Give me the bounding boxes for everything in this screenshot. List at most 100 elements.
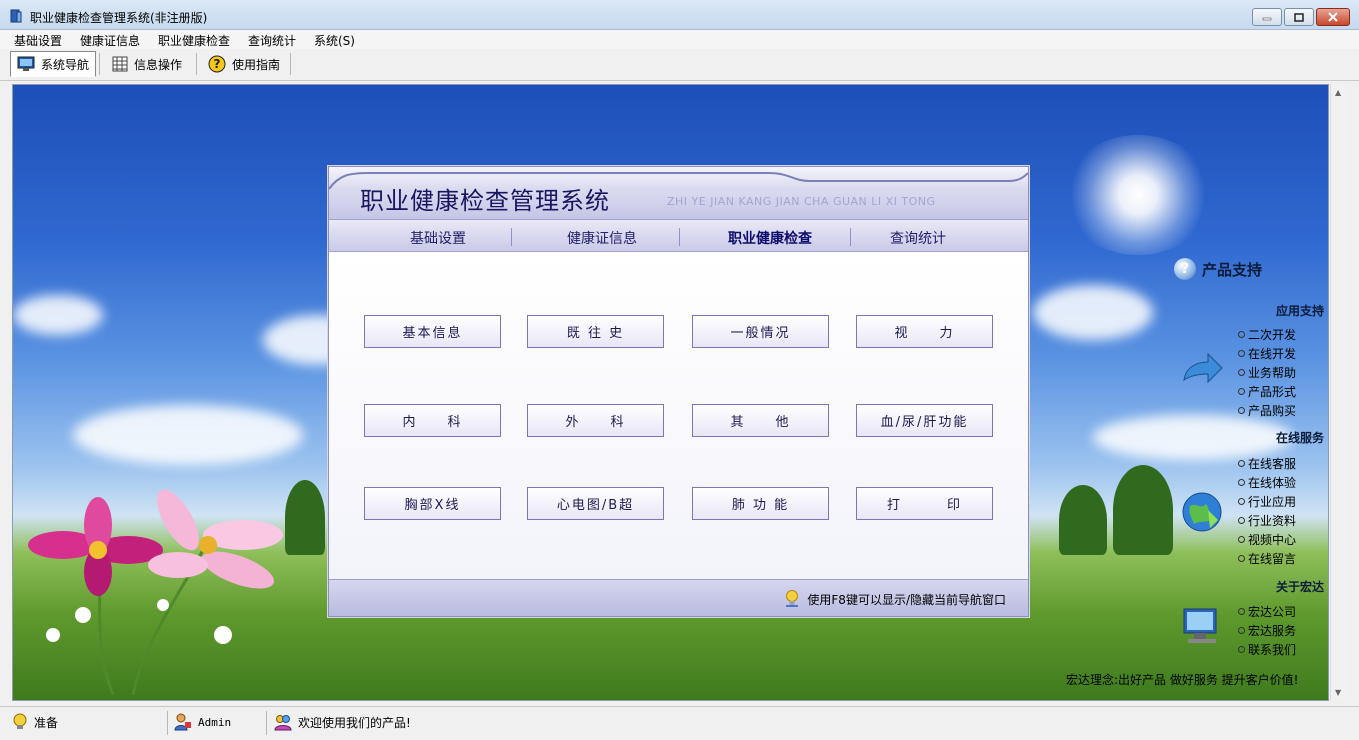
window-title: 职业健康检查管理系统(非注册版)	[30, 11, 208, 25]
cloud-decoration	[1033, 285, 1153, 340]
question-icon: ?	[1174, 258, 1196, 280]
dialog-pinyin: ZHI YE JIAN KANG JIAN CHA GUAN LI XI TON…	[667, 195, 936, 208]
ecg-ultrasound-button[interactable]: 心电图/B超	[527, 487, 664, 520]
toolbar-separator	[196, 53, 197, 75]
cloud-decoration	[13, 295, 103, 335]
chest-xray-button[interactable]: 胸部X线	[364, 487, 501, 520]
f8-tip: 使用F8键可以显示/隐藏当前导航窗口	[785, 590, 1006, 608]
link-industry-docs[interactable]: 行业资料	[1238, 512, 1296, 529]
dialog-header: 职业健康检查管理系统 ZHI YE JIAN KANG JIAN CHA GUA…	[329, 167, 1028, 219]
internal-medicine-button[interactable]: 内 科	[364, 404, 501, 437]
menu-bar: 基础设置 健康证信息 职业健康检查 查询统计 系统(S)	[0, 30, 1359, 49]
company-motto: 宏达理念:出好产品 做好服务 提升客户价值!	[1066, 673, 1299, 687]
status-separator	[167, 711, 168, 735]
dialog-footer: 使用F8键可以显示/隐藏当前导航窗口	[329, 579, 1028, 616]
system-nav-label: 系统导航	[41, 57, 90, 72]
dialog-title: 职业健康检查管理系统	[360, 187, 610, 215]
lung-function-button[interactable]: 肺 功 能	[692, 487, 829, 520]
link-online-trial[interactable]: 在线体验	[1238, 474, 1296, 491]
dialog-body: 基本信息 既 往 史 一般情况 视 力 内 科 外 科 其 他 血/尿/肝功能 …	[329, 253, 1028, 579]
dialog-tab-bar: 基础设置 健康证信息 职业健康检查 查询统计	[329, 219, 1028, 252]
computer-icon	[1183, 608, 1217, 643]
user-icon	[174, 713, 191, 731]
toolbar-separator	[290, 53, 291, 75]
info-ops-label: 信息操作	[134, 57, 183, 72]
link-industry-apps[interactable]: 行业应用	[1238, 493, 1296, 510]
maximize-icon	[1294, 12, 1304, 22]
medical-history-button[interactable]: 既 往 史	[527, 315, 664, 348]
title-bar: 职业健康检查管理系统(非注册版)	[0, 0, 1359, 30]
other-button[interactable]: 其 他	[692, 404, 829, 437]
menu-basic-settings[interactable]: 基础设置	[14, 32, 62, 49]
section-about-hongda: 关于宏达	[1275, 580, 1324, 594]
menu-occupational-check[interactable]: 职业健康检查	[158, 32, 230, 49]
section-online-service: 在线服务	[1275, 431, 1324, 445]
user-guide-label: 使用指南	[232, 57, 281, 72]
product-support-title: 产品支持	[1202, 260, 1263, 279]
link-business-help[interactable]: 业务帮助	[1238, 364, 1296, 381]
blood-urine-liver-button[interactable]: 血/尿/肝功能	[856, 404, 993, 437]
basic-info-button[interactable]: 基本信息	[364, 315, 501, 348]
status-user-text: Admin	[198, 715, 232, 729]
scroll-down-arrow-icon[interactable]: ▼	[1335, 688, 1341, 697]
menu-system[interactable]: 系统(S)	[314, 32, 355, 49]
scroll-up-arrow-icon[interactable]: ▲	[1335, 88, 1341, 97]
link-online-dev[interactable]: 在线开发	[1238, 345, 1296, 362]
link-secondary-dev[interactable]: 二次开发	[1238, 326, 1296, 343]
tab-health-certificate[interactable]: 健康证信息	[537, 228, 667, 248]
user-guide-button[interactable]: ? 使用指南	[202, 51, 286, 77]
vision-button[interactable]: 视 力	[856, 315, 993, 348]
system-nav-button[interactable]: 系统导航	[10, 51, 97, 77]
vertical-scrollbar[interactable]: ▲ ▼	[1330, 84, 1347, 701]
users-icon	[274, 715, 292, 731]
link-video-center[interactable]: 视频中心	[1238, 531, 1296, 548]
general-condition-button[interactable]: 一般情况	[692, 315, 829, 348]
link-online-support[interactable]: 在线客服	[1238, 455, 1296, 472]
product-support-heading: ? 产品支持	[1174, 258, 1262, 280]
status-separator	[266, 711, 267, 735]
status-ready-text: 准备	[34, 715, 59, 730]
link-hongda-service[interactable]: 宏达服务	[1238, 622, 1296, 639]
toolbar: 系统导航 信息操作 ? 使用指南	[0, 49, 1359, 81]
cloud-decoration	[73, 405, 303, 465]
section-app-support: 应用支持	[1275, 304, 1324, 318]
tab-basic-settings[interactable]: 基础设置	[373, 228, 503, 248]
help-icon: ?	[208, 55, 226, 73]
status-user: Admin	[174, 713, 231, 731]
minimize-button[interactable]	[1252, 8, 1282, 26]
lightbulb-icon	[13, 713, 27, 729]
arrow-forward-icon	[1183, 352, 1223, 384]
status-ready: 准备	[12, 713, 58, 731]
tab-query-stats[interactable]: 查询统计	[853, 228, 983, 248]
f8-tip-text: 使用F8键可以显示/隐藏当前导航窗口	[807, 592, 1006, 607]
menu-health-certificate[interactable]: 健康证信息	[80, 32, 140, 49]
tab-separator	[850, 228, 851, 246]
link-hongda-company[interactable]: 宏达公司	[1238, 603, 1296, 620]
info-ops-button[interactable]: 信息操作	[106, 51, 188, 77]
grid-icon	[112, 56, 128, 72]
app-icon	[10, 9, 22, 23]
print-button[interactable]: 打 印	[856, 487, 993, 520]
menu-query-stats[interactable]: 查询统计	[248, 32, 296, 49]
minimize-icon	[1262, 17, 1272, 21]
link-online-message[interactable]: 在线留言	[1238, 550, 1296, 567]
link-product-purchase[interactable]: 产品购买	[1238, 402, 1296, 419]
sun-decoration	[1063, 135, 1213, 255]
status-welcome-text: 欢迎使用我们的产品!	[298, 715, 411, 730]
link-product-form[interactable]: 产品形式	[1238, 383, 1296, 400]
tab-separator	[511, 228, 512, 246]
svg-text:?: ?	[214, 57, 221, 71]
surgery-button[interactable]: 外 科	[527, 404, 664, 437]
maximize-button[interactable]	[1284, 8, 1314, 26]
tab-separator	[679, 228, 680, 246]
navigation-dialog: 职业健康检查管理系统 ZHI YE JIAN KANG JIAN CHA GUA…	[328, 166, 1029, 617]
link-contact-us[interactable]: 联系我们	[1238, 641, 1296, 658]
monitor-icon	[17, 56, 35, 71]
status-bar: 准备 Admin 欢迎使用我们的产品!	[0, 706, 1359, 740]
lightbulb-icon	[786, 590, 799, 607]
close-button[interactable]	[1316, 8, 1350, 26]
toolbar-separator	[99, 53, 100, 75]
globe-icon	[1182, 492, 1222, 532]
tab-occupational-check[interactable]: 职业健康检查	[705, 228, 835, 248]
cosmos-flowers-decoration	[28, 489, 283, 695]
